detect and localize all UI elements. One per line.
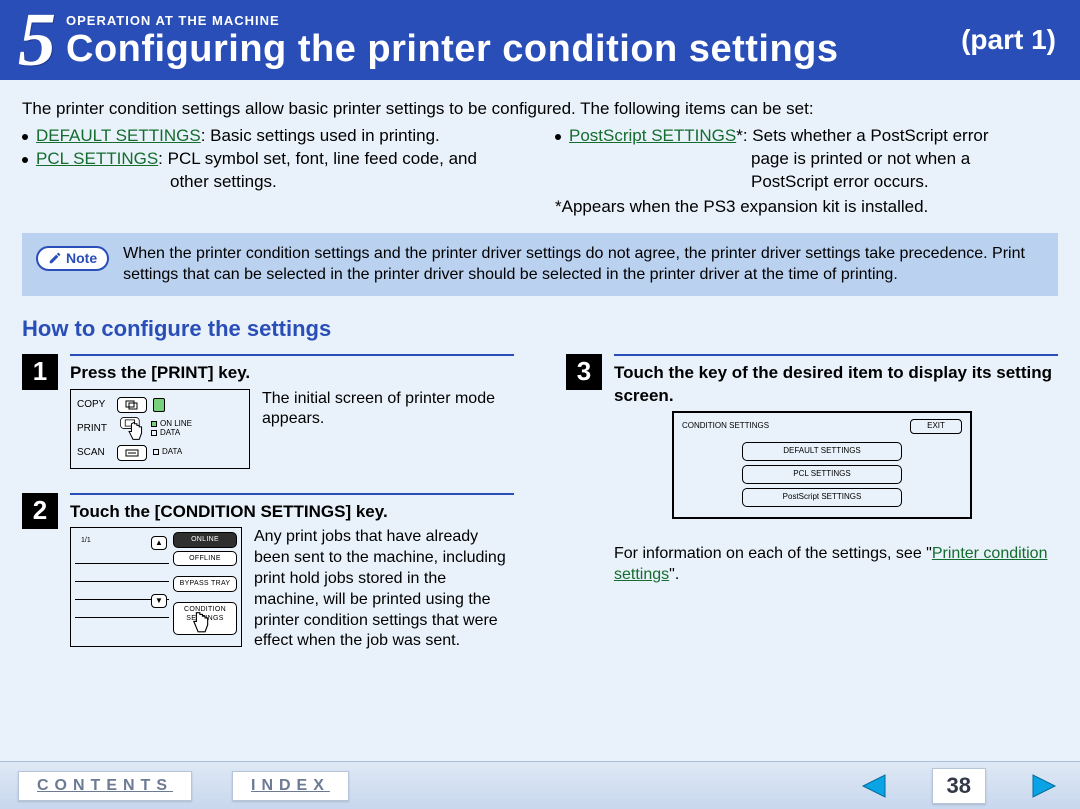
link-postscript-settings[interactable]: PostScript SETTINGS — [569, 126, 736, 145]
label-data: DATA — [160, 429, 180, 438]
print-button[interactable] — [117, 416, 145, 442]
step-title: Touch the [CONDITION SETTINGS] key. — [70, 501, 514, 524]
text: PostScript error occurs. — [569, 171, 1058, 194]
step-text: Any print jobs that have already been se… — [254, 527, 514, 652]
panel-print-key: COPY PRINT — [70, 389, 250, 469]
page-number: 38 — [932, 768, 986, 804]
step3-followup: For information on each of the settings,… — [614, 543, 1058, 586]
down-arrow-button[interactable]: ▼ — [151, 594, 167, 608]
settings-left: DEFAULT SETTINGS: Basic settings used in… — [22, 125, 525, 219]
divider — [70, 493, 514, 495]
howto-heading: How to configure the settings — [22, 314, 1058, 344]
note-label: Note — [66, 249, 97, 268]
step-2: 2 Touch the [CONDITION SETTINGS] key. 1/… — [22, 493, 514, 653]
step-text: The initial screen of printer mode appea… — [262, 389, 514, 431]
copy-button[interactable] — [117, 397, 147, 413]
chapter-number: 5 — [18, 2, 56, 78]
hand-pointer-icon — [186, 611, 212, 637]
page-title: Configuring the printer condition settin… — [66, 28, 961, 71]
scan-button[interactable] — [117, 445, 147, 461]
step-number: 1 — [22, 354, 58, 390]
step-title: Press the [PRINT] key. — [70, 362, 514, 385]
step-number: 2 — [22, 493, 58, 529]
footer: CONTENTS INDEX 38 — [0, 761, 1080, 809]
text: : Sets whether a PostScript error — [743, 126, 989, 145]
contents-button[interactable]: CONTENTS — [18, 771, 192, 801]
postscript-settings-button[interactable]: PostScript SETTINGS — [742, 488, 902, 507]
condition-settings-button[interactable]: CONDITION SETTINGS — [173, 602, 237, 635]
divider — [70, 354, 514, 356]
step-1: 1 Press the [PRINT] key. COPY — [22, 354, 514, 469]
panel-header: CONDITION SETTINGS — [682, 421, 769, 432]
offline-button[interactable]: OFFLINE — [173, 551, 237, 566]
text: * — [736, 126, 743, 145]
panel-condition-menu: CONDITION SETTINGS EXIT DEFAULT SETTINGS… — [672, 411, 972, 518]
label-copy: COPY — [77, 398, 111, 412]
note-box: Note When the printer condition settings… — [22, 233, 1058, 296]
bypass-tray-button[interactable]: BYPASS TRAY — [173, 576, 237, 591]
prev-page-button[interactable] — [856, 772, 892, 800]
label-data: DATA — [162, 448, 182, 457]
text: other settings. — [36, 171, 525, 194]
part-label: (part 1) — [961, 24, 1062, 56]
data-led — [153, 449, 159, 455]
default-settings-button[interactable]: DEFAULT SETTINGS — [742, 442, 902, 461]
label-print: PRINT — [77, 422, 111, 436]
arrow-right-icon — [1029, 773, 1059, 799]
section-label: OPERATION AT THE MACHINE — [66, 13, 961, 28]
divider — [614, 354, 1058, 356]
pencil-icon — [48, 251, 62, 265]
up-arrow-button[interactable]: ▲ — [151, 536, 167, 550]
link-pcl-settings[interactable]: PCL SETTINGS — [36, 149, 158, 168]
pcl-settings-button[interactable]: PCL SETTINGS — [742, 465, 902, 484]
title-bar: 5 OPERATION AT THE MACHINE Configuring t… — [0, 0, 1080, 80]
text: : Basic settings used in printing. — [201, 126, 440, 145]
index-button[interactable]: INDEX — [232, 771, 349, 801]
panel-condition-settings: 1/1 ▲ ▼ ONLINE OFFLINE BYPASS TRAY — [70, 527, 242, 647]
hand-pointer-icon — [117, 416, 149, 444]
copy-icon — [125, 400, 139, 410]
status-led — [153, 398, 165, 412]
step-3: 3 Touch the key of the desired item to d… — [566, 354, 1058, 519]
next-page-button[interactable] — [1026, 772, 1062, 800]
data-led — [151, 430, 157, 436]
label-scan: SCAN — [77, 446, 111, 460]
text: : PCL symbol set, font, line feed code, … — [158, 149, 477, 168]
step-title: Touch the key of the desired item to dis… — [614, 362, 1058, 408]
note-text: When the printer condition settings and … — [123, 243, 1044, 286]
settings-right: PostScript SETTINGS*: Sets whether a Pos… — [555, 125, 1058, 219]
arrow-left-icon — [859, 773, 889, 799]
step-number: 3 — [566, 354, 602, 390]
scan-icon — [125, 448, 139, 458]
ps-install-note: *Appears when the PS3 expansion kit is i… — [555, 196, 1058, 219]
online-button[interactable]: ONLINE — [173, 532, 237, 547]
intro-lead: The printer condition settings allow bas… — [22, 98, 1058, 121]
text: page is printed or not when a — [569, 148, 1058, 171]
online-led — [151, 421, 157, 427]
link-default-settings[interactable]: DEFAULT SETTINGS — [36, 126, 201, 145]
note-badge: Note — [36, 246, 109, 271]
exit-button[interactable]: EXIT — [910, 419, 962, 434]
